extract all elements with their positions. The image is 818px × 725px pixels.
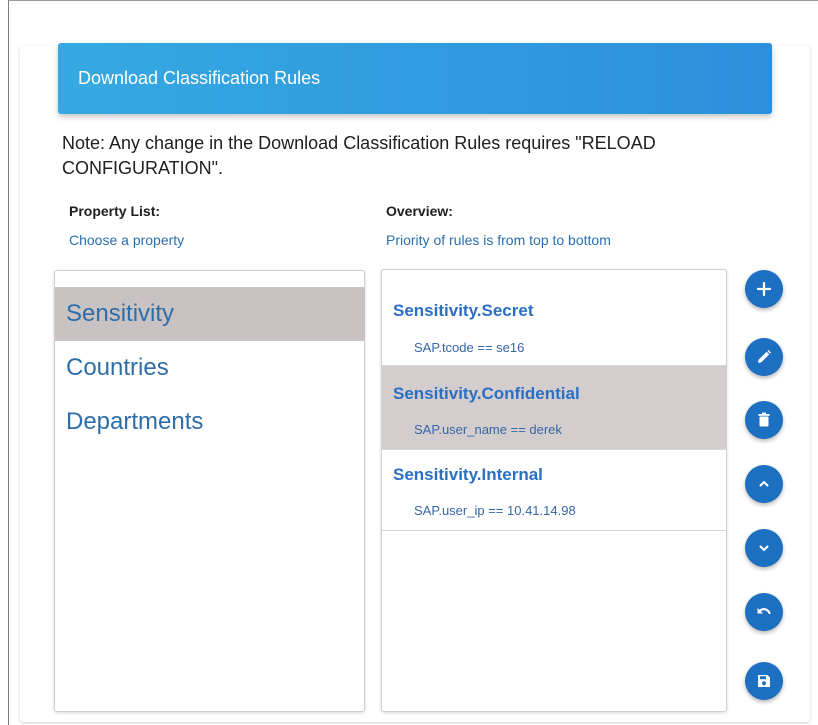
- undo-button[interactable]: [745, 593, 783, 631]
- rule-condition: SAP.tcode == se16: [414, 340, 525, 355]
- add-rule-button[interactable]: [745, 270, 783, 308]
- delete-rule-button[interactable]: [745, 401, 783, 439]
- property-item-label: Sensitivity: [66, 300, 175, 327]
- rule-condition: SAP.user_name == derek: [414, 422, 562, 437]
- floppy-disk-icon: [758, 675, 770, 687]
- save-button[interactable]: [745, 662, 783, 700]
- property-item-countries[interactable]: Countries: [55, 341, 365, 395]
- pencil-icon: [758, 350, 771, 363]
- chevron-up-icon: [759, 481, 769, 487]
- property-item-label: Departments: [66, 408, 204, 435]
- undo-icon: [757, 608, 771, 615]
- rule-name: Sensitivity.Confidential: [393, 384, 580, 403]
- rule-name: Sensitivity.Internal: [393, 465, 543, 484]
- property-item-departments[interactable]: Departments: [55, 395, 365, 449]
- property-item-label: Countries: [66, 354, 169, 381]
- rule-item-confidential[interactable]: Sensitivity.Confidential SAP.user_name =…: [382, 366, 726, 450]
- section-header: Download Classification Rules: [58, 43, 772, 114]
- reload-note: Note: Any change in the Download Classif…: [62, 133, 656, 178]
- overview-hint: Priority of rules is from top to bottom: [386, 232, 611, 248]
- rule-item-internal[interactable]: Sensitivity.Internal SAP.user_ip == 10.4…: [382, 450, 726, 531]
- rule-name: Sensitivity.Secret: [393, 301, 534, 320]
- property-list-hint: Choose a property: [69, 232, 185, 248]
- property-list: Sensitivity Countries Departments: [54, 270, 365, 712]
- move-rule-down-button[interactable]: [745, 529, 783, 567]
- plus-icon: [756, 281, 772, 297]
- chevron-down-icon: [759, 545, 769, 551]
- move-rule-up-button[interactable]: [745, 465, 783, 503]
- rule-item-secret[interactable]: Sensitivity.Secret SAP.tcode == se16: [382, 282, 726, 366]
- overview-title: Overview:: [386, 203, 453, 219]
- property-item-sensitivity[interactable]: Sensitivity: [55, 287, 365, 341]
- property-list-title: Property List:: [69, 203, 161, 219]
- rules-overview-list: Sensitivity.Secret SAP.tcode == se16 Sen…: [381, 269, 727, 712]
- edit-rule-button[interactable]: [745, 338, 783, 376]
- rule-condition: SAP.user_ip == 10.41.14.98: [414, 503, 576, 518]
- section-title: Download Classification Rules: [78, 68, 321, 88]
- trash-icon: [758, 412, 770, 427]
